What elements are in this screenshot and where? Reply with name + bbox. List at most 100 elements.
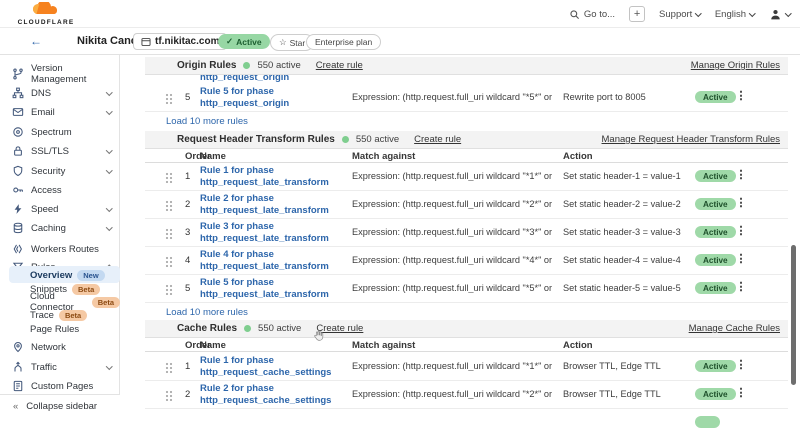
- sidebar-item-label: Access: [31, 185, 62, 196]
- rule-name-link[interactable]: Rule 5 for phasehttp_request_origin: [200, 86, 350, 110]
- kebab-menu-icon[interactable]: ⋮: [734, 89, 748, 102]
- rule-action: Rewrite port to 8005: [563, 92, 688, 102]
- goto-search[interactable]: Go to...: [569, 9, 615, 20]
- load-more-rules-link[interactable]: Load 10 more rules: [166, 116, 248, 127]
- sidebar-item-dns[interactable]: DNS: [0, 84, 120, 102]
- drag-handle-icon[interactable]: [165, 228, 173, 239]
- sidebar-item-network[interactable]: Network: [0, 338, 120, 356]
- cloudflare-logo[interactable]: CLOUDFLARE: [16, 2, 76, 26]
- kebab-menu-icon[interactable]: ⋮: [734, 168, 748, 181]
- vertical-scrollbar[interactable]: [791, 245, 796, 385]
- rule-name-line1: Rule 1 for phase: [200, 355, 274, 366]
- rule-name-link[interactable]: Rule 4 for phasehttp_request_late_transf…: [200, 249, 350, 273]
- sidebar-item-email[interactable]: Email: [0, 103, 120, 121]
- kebab-menu-icon[interactable]: ⋮: [734, 196, 748, 209]
- rule-name-link[interactable]: Rule 2 for phasehttp_request_cache_setti…: [200, 383, 350, 407]
- mouse-cursor-hand: [312, 329, 325, 347]
- rule-name-link[interactable]: Rule 1 for phasehttp_request_cache_setti…: [200, 355, 350, 379]
- rule-name-link[interactable]: Rule 5 for phasehttp_request_late_transf…: [200, 277, 350, 301]
- table-row-partial: [145, 409, 788, 437]
- rule-name-line1: Rule 2 for phase: [200, 383, 274, 394]
- rule-name-line2: http_request_late_transform: [200, 177, 329, 188]
- rule-name-link[interactable]: Rule 1 for phasehttp_request_late_transf…: [200, 165, 350, 189]
- website-icon: [141, 37, 151, 47]
- table-row: 3 Rule 3 for phasehttp_request_late_tran…: [145, 219, 788, 247]
- sidebar-item-traffic[interactable]: Traffic: [0, 358, 120, 376]
- sidebar-item-page-rules[interactable]: Page Rules: [0, 321, 120, 337]
- kebab-menu-icon[interactable]: ⋮: [734, 252, 748, 265]
- collapse-icon: «: [13, 401, 18, 412]
- support-menu[interactable]: Support: [659, 9, 701, 20]
- sidebar-item-custom-pages[interactable]: Custom Pages: [0, 377, 120, 395]
- drag-handle-icon[interactable]: [165, 172, 173, 183]
- search-icon: [569, 9, 580, 20]
- status-badge: Active: [695, 360, 736, 372]
- drag-handle-icon[interactable]: [165, 93, 173, 104]
- drag-handle-icon[interactable]: [165, 362, 173, 373]
- chevron-down-icon: [106, 108, 112, 114]
- table-row: 1 Rule 1 for phasehttp_request_cache_set…: [145, 353, 788, 381]
- kebab-menu-icon[interactable]: ⋮: [734, 358, 748, 371]
- domain-selector[interactable]: tf.nikitac.com: [133, 33, 227, 50]
- create-rule-link[interactable]: Create rule: [316, 60, 363, 71]
- drag-handle-icon[interactable]: [165, 256, 173, 267]
- section-title: Request Header Transform Rules: [177, 134, 335, 145]
- chevron-down-icon: [106, 205, 112, 211]
- column-name: Name: [200, 151, 226, 162]
- chevron-down-icon: [785, 10, 791, 16]
- kebab-menu-icon[interactable]: ⋮: [734, 386, 748, 399]
- rule-action: Set static header-2 = value-2: [563, 199, 688, 209]
- sidebar-item-spectrum[interactable]: Spectrum: [0, 123, 120, 141]
- rule-order: 2: [185, 389, 190, 400]
- rule-action: Set static header-1 = value-1: [563, 171, 688, 181]
- active-count: 550 active: [257, 60, 300, 71]
- sidebar-item-access[interactable]: Access: [0, 181, 120, 199]
- dns-icon: [12, 87, 24, 99]
- column-match: Match against: [352, 340, 415, 351]
- rule-name-line2: http_request_late_transform: [200, 205, 329, 216]
- database-icon: [12, 222, 24, 234]
- drag-handle-icon[interactable]: [165, 200, 173, 211]
- check-icon: ✓: [226, 36, 233, 47]
- rule-name-link[interactable]: Rule 3 for phasehttp_request_late_transf…: [200, 221, 350, 245]
- chevron-down-icon: [695, 10, 701, 16]
- sidebar-item-version-management[interactable]: Version Management: [0, 65, 120, 83]
- rule-order: 2: [185, 199, 190, 210]
- origin-rules-section-header: Origin Rules 550 active Create rule Mana…: [145, 57, 788, 75]
- chevron-down-icon: [106, 147, 112, 153]
- manage-request-header-transform-rules-link[interactable]: Manage Request Header Transform Rules: [602, 134, 780, 145]
- key-icon: [12, 184, 24, 196]
- back-arrow-icon[interactable]: ←: [30, 34, 42, 48]
- rule-match-expression: Expression: (http.request.full_uri wildc…: [352, 171, 554, 181]
- rule-order: 5: [185, 92, 190, 103]
- sidebar-item-caching[interactable]: Caching: [0, 219, 120, 237]
- sidebar-item-label: Custom Pages: [31, 381, 93, 392]
- status-badge: Active: [695, 91, 736, 103]
- sidebar-item-ssl-tls[interactable]: SSL/TLS: [0, 142, 120, 160]
- sidebar-item-label: Spectrum: [31, 127, 72, 138]
- kebab-menu-icon[interactable]: ⋮: [734, 280, 748, 293]
- table-row: 2 Rule 2 for phasehttp_request_cache_set…: [145, 381, 788, 409]
- sidebar-item-speed[interactable]: Speed: [0, 200, 120, 218]
- drag-handle-icon[interactable]: [165, 390, 173, 401]
- rule-name-link[interactable]: Rule 2 for phasehttp_request_late_transf…: [200, 193, 350, 217]
- create-rule-link[interactable]: Create rule: [414, 134, 461, 145]
- sidebar-item-security[interactable]: Security: [0, 162, 120, 180]
- manage-cache-rules-link[interactable]: Manage Cache Rules: [689, 323, 780, 334]
- rule-name-line2: http_request_origin: [200, 98, 289, 109]
- rule-action: Set static header-4 = value-4: [563, 255, 688, 265]
- table-row: 5 Rule 5 for phasehttp_request_origin Ex…: [145, 84, 788, 112]
- table-column-headers: Order Name Match against Action: [145, 149, 788, 163]
- load-more-rules-link[interactable]: Load 10 more rules: [166, 307, 248, 318]
- language-menu[interactable]: English: [715, 9, 755, 20]
- drag-handle-icon[interactable]: [165, 284, 173, 295]
- sidebar-item-workers-routes[interactable]: Workers Routes: [0, 240, 120, 258]
- domain-status-badge: ✓ Active: [218, 34, 270, 49]
- add-button[interactable]: +: [629, 6, 645, 22]
- collapse-sidebar-button[interactable]: « Collapse sidebar: [0, 394, 120, 418]
- manage-origin-rules-link[interactable]: Manage Origin Rules: [691, 60, 780, 71]
- account-menu[interactable]: [769, 8, 791, 21]
- kebab-menu-icon[interactable]: ⋮: [734, 224, 748, 237]
- status-badge: Active: [695, 282, 736, 294]
- sidebar-item-label: Email: [31, 107, 55, 118]
